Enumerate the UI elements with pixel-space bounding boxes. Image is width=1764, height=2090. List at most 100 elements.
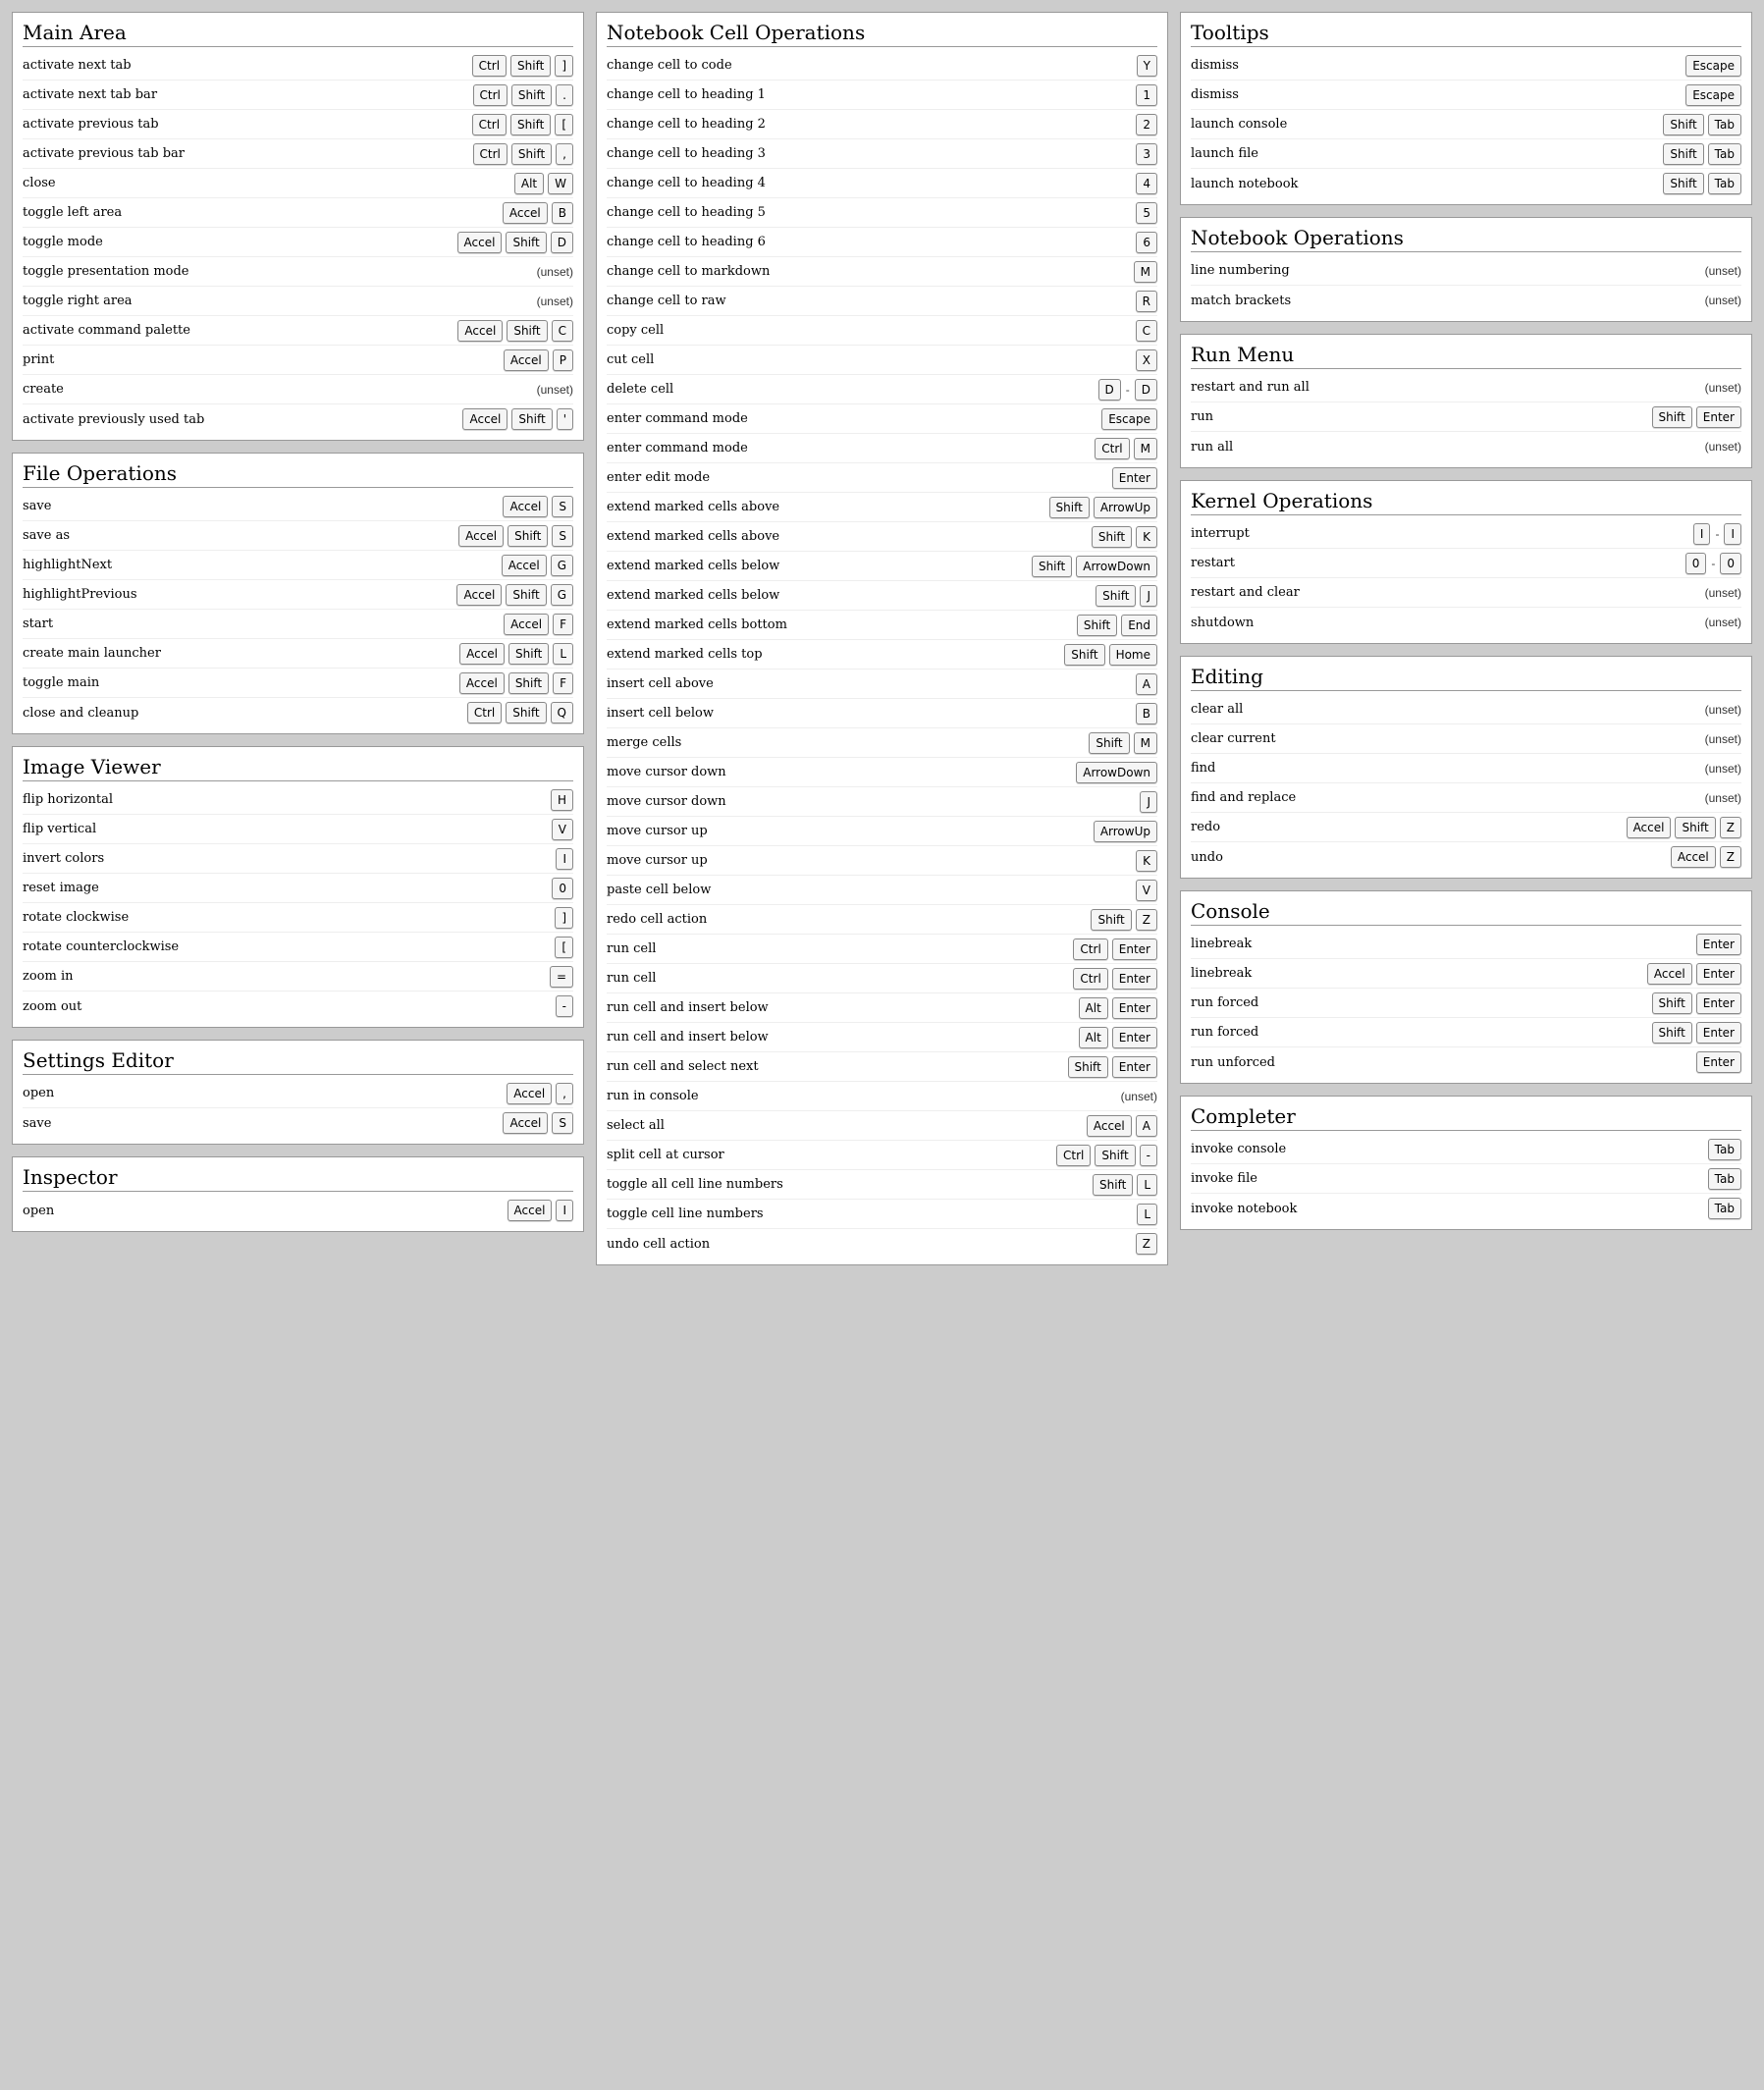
shortcut-row[interactable]: toggle cell line numbersL [607,1200,1157,1229]
shortcut-row[interactable]: clear all(unset) [1191,695,1741,724]
shortcut-row[interactable]: dismissEscape [1191,80,1741,110]
shortcut-row[interactable]: undo cell actionZ [607,1229,1157,1259]
shortcut-row[interactable]: change cell to heading 33 [607,139,1157,169]
shortcut-row[interactable]: select allAccelA [607,1111,1157,1141]
shortcut-row[interactable]: restart and clear(unset) [1191,578,1741,608]
shortcut-row[interactable]: change cell to heading 66 [607,228,1157,257]
shortcut-row[interactable]: merge cellsShiftM [607,728,1157,758]
shortcut-row[interactable]: undoAccelZ [1191,842,1741,872]
shortcut-row[interactable]: highlightPreviousAccelShiftG [23,580,573,610]
shortcut-row[interactable]: redo cell actionShiftZ [607,905,1157,935]
shortcut-row[interactable]: run cell and insert belowAltEnter [607,1023,1157,1052]
shortcut-row[interactable]: restart and run all(unset) [1191,373,1741,402]
shortcut-row[interactable]: dismissEscape [1191,51,1741,80]
shortcut-row[interactable]: restart0-0 [1191,549,1741,578]
shortcut-row[interactable]: flip horizontalH [23,785,573,815]
shortcut-row[interactable]: cut cellX [607,346,1157,375]
shortcut-row[interactable]: launch notebookShiftTab [1191,169,1741,198]
shortcut-row[interactable]: change cell to rawR [607,287,1157,316]
shortcut-row[interactable]: openAccelI [23,1196,573,1225]
shortcut-row[interactable]: extend marked cells belowShiftArrowDown [607,552,1157,581]
shortcut-row[interactable]: toggle modeAccelShiftD [23,228,573,257]
shortcut-row[interactable]: run forcedShiftEnter [1191,1018,1741,1047]
shortcut-row[interactable]: activate command paletteAccelShiftC [23,316,573,346]
shortcut-row[interactable]: extend marked cells topShiftHome [607,640,1157,670]
shortcut-row[interactable]: match brackets(unset) [1191,286,1741,315]
shortcut-row[interactable]: toggle left areaAccelB [23,198,573,228]
shortcut-row[interactable]: highlightNextAccelG [23,551,573,580]
shortcut-row[interactable]: clear current(unset) [1191,724,1741,754]
shortcut-row[interactable]: change cell to heading 55 [607,198,1157,228]
shortcut-row[interactable]: move cursor upArrowUp [607,817,1157,846]
shortcut-row[interactable]: extend marked cells bottomShiftEnd [607,611,1157,640]
shortcut-row[interactable]: invert colorsI [23,844,573,874]
shortcut-row[interactable]: enter command modeCtrlM [607,434,1157,463]
shortcut-row[interactable]: change cell to heading 11 [607,80,1157,110]
shortcut-row[interactable]: enter edit modeEnter [607,463,1157,493]
shortcut-row[interactable]: run cell and insert belowAltEnter [607,993,1157,1023]
shortcut-row[interactable]: move cursor downArrowDown [607,758,1157,787]
shortcut-row[interactable]: flip verticalV [23,815,573,844]
shortcut-row[interactable]: zoom in= [23,962,573,991]
shortcut-row[interactable]: extend marked cells aboveShiftK [607,522,1157,552]
shortcut-row[interactable]: extend marked cells aboveShiftArrowUp [607,493,1157,522]
shortcut-row[interactable]: copy cellC [607,316,1157,346]
shortcut-row[interactable]: find(unset) [1191,754,1741,783]
shortcut-row[interactable]: extend marked cells belowShiftJ [607,581,1157,611]
shortcut-row[interactable]: save asAccelShiftS [23,521,573,551]
shortcut-row[interactable]: saveAccelS [23,492,573,521]
shortcut-row[interactable]: create main launcherAccelShiftL [23,639,573,669]
shortcut-row[interactable]: runShiftEnter [1191,402,1741,432]
shortcut-row[interactable]: saveAccelS [23,1108,573,1138]
shortcut-row[interactable]: paste cell belowV [607,876,1157,905]
shortcut-row[interactable]: toggle presentation mode(unset) [23,257,573,287]
shortcut-row[interactable]: openAccel, [23,1079,573,1108]
shortcut-row[interactable]: change cell to heading 44 [607,169,1157,198]
shortcut-row[interactable]: linebreakAccelEnter [1191,959,1741,989]
shortcut-row[interactable]: run forcedShiftEnter [1191,989,1741,1018]
shortcut-row[interactable]: split cell at cursorCtrlShift- [607,1141,1157,1170]
shortcut-row[interactable]: run all(unset) [1191,432,1741,461]
shortcut-row[interactable]: reset image0 [23,874,573,903]
shortcut-row[interactable]: insert cell belowB [607,699,1157,728]
shortcut-row[interactable]: launch fileShiftTab [1191,139,1741,169]
shortcut-row[interactable]: invoke notebookTab [1191,1194,1741,1223]
shortcut-row[interactable]: run unforcedEnter [1191,1047,1741,1077]
shortcut-row[interactable]: activate previously used tabAccelShift' [23,404,573,434]
shortcut-row[interactable]: closeAltW [23,169,573,198]
shortcut-row[interactable]: shutdown(unset) [1191,608,1741,637]
shortcut-row[interactable]: enter command modeEscape [607,404,1157,434]
shortcut-row[interactable]: printAccelP [23,346,573,375]
shortcut-row[interactable]: change cell to codeY [607,51,1157,80]
shortcut-row[interactable]: toggle all cell line numbersShiftL [607,1170,1157,1200]
shortcut-row[interactable]: run cellCtrlEnter [607,964,1157,993]
shortcut-row[interactable]: find and replace(unset) [1191,783,1741,813]
shortcut-row[interactable]: insert cell aboveA [607,670,1157,699]
shortcut-row[interactable]: delete cellD-D [607,375,1157,404]
shortcut-row[interactable]: rotate clockwise] [23,903,573,933]
shortcut-row[interactable]: rotate counterclockwise[ [23,933,573,962]
shortcut-row[interactable]: change cell to markdownM [607,257,1157,287]
shortcut-row[interactable]: change cell to heading 22 [607,110,1157,139]
shortcut-row[interactable]: run in console(unset) [607,1082,1157,1111]
shortcut-row[interactable]: move cursor upK [607,846,1157,876]
shortcut-row[interactable]: startAccelF [23,610,573,639]
shortcut-row[interactable]: close and cleanupCtrlShiftQ [23,698,573,727]
shortcut-row[interactable]: zoom out- [23,991,573,1021]
shortcut-row[interactable]: move cursor downJ [607,787,1157,817]
shortcut-row[interactable]: toggle mainAccelShiftF [23,669,573,698]
shortcut-row[interactable]: interruptI-I [1191,519,1741,549]
shortcut-row[interactable]: toggle right area(unset) [23,287,573,316]
shortcut-row[interactable]: activate previous tab barCtrlShift, [23,139,573,169]
shortcut-row[interactable]: activate previous tabCtrlShift[ [23,110,573,139]
shortcut-row[interactable]: invoke consoleTab [1191,1135,1741,1164]
shortcut-row[interactable]: run cell and select nextShiftEnter [607,1052,1157,1082]
shortcut-row[interactable]: activate next tabCtrlShift] [23,51,573,80]
shortcut-row[interactable]: create(unset) [23,375,573,404]
shortcut-row[interactable]: linebreakEnter [1191,930,1741,959]
shortcut-row[interactable]: redoAccelShiftZ [1191,813,1741,842]
shortcut-row[interactable]: run cellCtrlEnter [607,935,1157,964]
shortcut-row[interactable]: line numbering(unset) [1191,256,1741,286]
shortcut-row[interactable]: launch consoleShiftTab [1191,110,1741,139]
shortcut-row[interactable]: activate next tab barCtrlShift. [23,80,573,110]
